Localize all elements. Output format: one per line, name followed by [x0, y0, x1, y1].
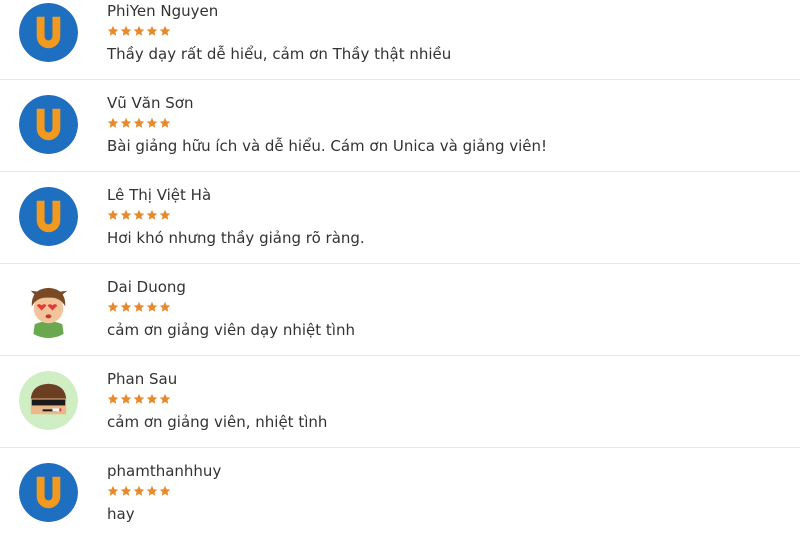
star-icon: [107, 393, 119, 404]
star-icon: [107, 301, 119, 312]
reviewer-name: Dai Duong: [107, 278, 186, 296]
review-comment: Hơi khó nhưng thầy giảng rõ ràng.: [107, 229, 365, 247]
star-rating: [107, 209, 171, 221]
unica-logo-icon[interactable]: [19, 463, 78, 522]
star-icon: [120, 25, 132, 36]
reviewer-name: Phan Sau: [107, 370, 178, 388]
star-icon: [120, 393, 132, 404]
star-icon: [159, 209, 171, 220]
star-rating: [107, 485, 171, 497]
review-comment: cảm ơn giảng viên, nhiệt tình: [107, 413, 328, 431]
review-comment: cảm ơn giảng viên dạy nhiệt tình: [107, 321, 355, 339]
review-item: Lê Thị Việt Hà Hơi khó nhưng thầy giảng …: [0, 172, 800, 264]
star-icon: [120, 117, 132, 128]
cartoon-boy-avatar-icon[interactable]: [19, 279, 78, 338]
star-icon: [159, 117, 171, 128]
review-item: Dai Duong cảm ơn giảng viên dạy nhiệt tì…: [0, 264, 800, 356]
star-icon: [120, 209, 132, 220]
review-comment: Bài giảng hữu ích và dễ hiểu. Cám ơn Uni…: [107, 137, 548, 155]
star-icon: [159, 25, 171, 36]
star-icon: [107, 117, 119, 128]
star-icon: [146, 393, 158, 404]
reviewer-name: Vũ Văn Sơn: [107, 94, 194, 112]
review-item: Phan Sau cảm ơn giảng viên, nhiệt tình: [0, 356, 800, 448]
star-icon: [146, 209, 158, 220]
star-icon: [120, 301, 132, 312]
reviewer-name: PhiYen Nguyen: [107, 2, 219, 20]
star-icon: [159, 393, 171, 404]
star-rating: [107, 301, 171, 313]
star-icon: [133, 301, 145, 312]
star-icon: [133, 25, 145, 36]
star-icon: [107, 209, 119, 220]
star-rating: [107, 25, 171, 37]
star-icon: [133, 209, 145, 220]
review-comment: hay: [107, 505, 135, 523]
star-icon: [107, 485, 119, 496]
star-icon: [107, 25, 119, 36]
star-icon: [120, 485, 132, 496]
star-icon: [146, 117, 158, 128]
review-item: PhiYen Nguyen Thầy dạy rất dễ hiểu, cảm …: [0, 0, 800, 80]
star-icon: [146, 485, 158, 496]
sunglasses-face-avatar-icon[interactable]: [19, 371, 78, 430]
reviewer-name: phamthanhhuy: [107, 462, 222, 480]
reviewer-name: Lê Thị Việt Hà: [107, 186, 212, 204]
star-icon: [146, 301, 158, 312]
star-icon: [159, 301, 171, 312]
star-icon: [133, 117, 145, 128]
star-icon: [133, 393, 145, 404]
star-rating: [107, 117, 171, 129]
review-comment: Thầy dạy rất dễ hiểu, cảm ơn Thầy thật n…: [107, 45, 452, 63]
star-rating: [107, 393, 171, 405]
review-list: PhiYen Nguyen Thầy dạy rất dễ hiểu, cảm …: [0, 0, 800, 540]
unica-logo-icon[interactable]: [19, 3, 78, 62]
review-item: Vũ Văn Sơn Bài giảng hữu ích và dễ hiểu.…: [0, 80, 800, 172]
review-item: phamthanhhuy hay: [0, 448, 800, 540]
star-icon: [133, 485, 145, 496]
star-icon: [159, 485, 171, 496]
star-icon: [146, 25, 158, 36]
unica-logo-icon[interactable]: [19, 95, 78, 154]
unica-logo-icon[interactable]: [19, 187, 78, 246]
